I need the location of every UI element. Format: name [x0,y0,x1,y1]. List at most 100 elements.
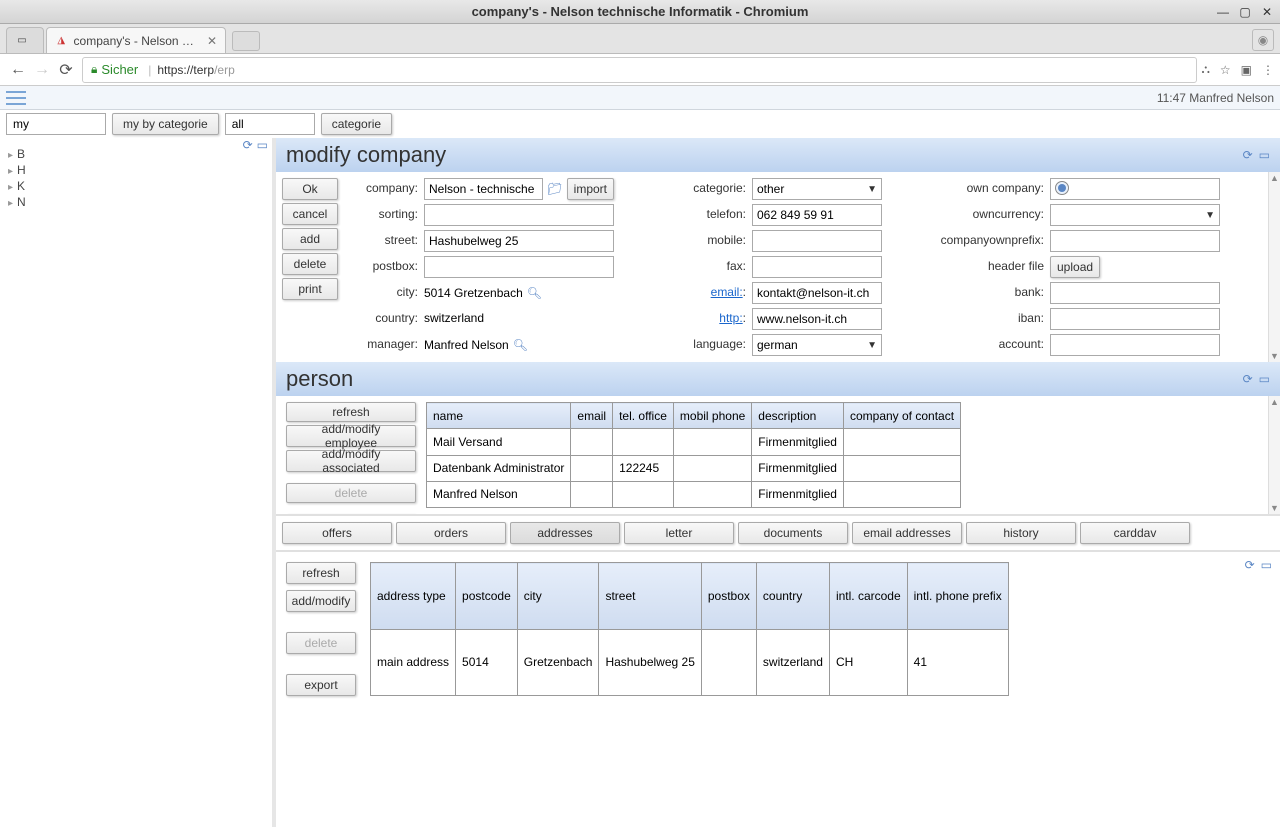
sorting-input[interactable] [424,204,614,226]
table-row[interactable]: Datenbank Administrator122245Firmenmitgl… [427,455,961,481]
hamburger-icon[interactable] [6,91,26,105]
table-row[interactable]: main address 5014 Gretzenbach Hashubelwe… [371,629,1009,696]
new-tab-button[interactable] [232,31,260,51]
tab-orders[interactable]: orders [396,522,506,544]
label-city: city: [348,282,418,304]
addr-delete-button[interactable]: delete [286,632,356,654]
fax-input[interactable] [752,256,882,278]
label-account: account: [924,334,1044,356]
person-delete-button[interactable]: delete [286,483,416,503]
translate-icon[interactable]: ⛬ [1201,62,1209,77]
addr-export-button[interactable]: export [286,674,356,696]
addr-refresh-button[interactable]: refresh [286,562,356,584]
tab-letter[interactable]: letter [624,522,734,544]
table-row[interactable]: Manfred NelsonFirmenmitglied [427,481,961,507]
url-input[interactable]: 🔒︎ Sicher | https://terp /erp [82,57,1197,83]
filter-my-by-categorie[interactable]: my by categorie [112,113,219,135]
company-input[interactable] [424,178,543,200]
window-icon[interactable]: ▣ [1241,63,1252,77]
col-name[interactable]: name [427,403,571,429]
filter-all-input[interactable] [225,113,315,135]
panel-collapse-icon[interactable]: ▭ [1259,148,1270,162]
person-panel-title: person [286,366,353,392]
categorie-select[interactable]: other [752,178,882,200]
expand-icon[interactable]: ▭ [1261,558,1272,572]
add-button[interactable]: add [282,228,338,250]
reload-button[interactable]: ⟳ [54,58,78,82]
tab-addresses[interactable]: addresses [510,522,620,544]
search-icon[interactable]: 🔍︎ [513,338,528,352]
folder-icon[interactable]: 📁︎ [547,178,562,200]
sidebar-item[interactable]: ▸H [8,162,264,178]
street-input[interactable] [424,230,614,252]
filter-categorie[interactable]: categorie [321,113,392,135]
panel-collapse-icon[interactable]: ▭ [1259,372,1270,386]
col-coc[interactable]: company of contact [843,403,960,429]
col-email[interactable]: email [571,403,613,429]
postbox-input[interactable] [424,256,614,278]
menu-icon[interactable]: ⋮ [1262,63,1274,77]
add-employee-button[interactable]: add/modify employee [286,425,416,447]
bookmark-icon[interactable]: ☆ [1220,63,1231,77]
filter-bar: my by categorie categorie [0,110,1280,138]
tab-close-icon[interactable]: ✕ [207,34,217,48]
tab-email[interactable]: email addresses [852,522,962,544]
label-street: street: [348,230,418,252]
col-tel[interactable]: tel. office [613,403,674,429]
filter-my-input[interactable] [6,113,106,135]
panel-refresh-icon[interactable]: ⟳ [1243,148,1253,162]
label-http[interactable]: http: [719,311,742,325]
search-icon[interactable]: 🔍︎ [527,286,542,300]
sidebar-item[interactable]: ▸N [8,194,264,210]
maximize-icon[interactable]: ▢ [1238,5,1252,19]
person-scrollbar[interactable]: ▲ ▼ [1268,396,1280,514]
email-input[interactable] [752,282,882,304]
iban-input[interactable] [1050,308,1220,330]
own-company-check[interactable] [1050,178,1220,200]
forward-button[interactable]: → [30,58,54,82]
refresh-icon[interactable]: ⟳ [243,138,253,152]
label-mobile: mobile: [656,230,746,252]
addr-addmodify-button[interactable]: add/modify [286,590,356,612]
tab-carddav[interactable]: carddav [1080,522,1190,544]
tab-documents[interactable]: documents [738,522,848,544]
account-input[interactable] [1050,334,1220,356]
label-email[interactable]: email: [711,285,743,299]
tab-offers[interactable]: offers [282,522,392,544]
lock-icon: 🔒︎ [91,62,97,77]
tab-history[interactable]: history [966,522,1076,544]
cancel-button[interactable]: cancel [282,203,338,225]
ownprefix-input[interactable] [1050,230,1220,252]
browser-tab-blank[interactable]: ▭ [6,27,44,53]
col-desc[interactable]: description [752,403,844,429]
mobile-input[interactable] [752,230,882,252]
sidebar-item[interactable]: ▸B [8,146,264,162]
url-host: https://terp [157,63,214,77]
minimize-icon[interactable]: — [1216,5,1230,19]
expand-icon[interactable]: ▭ [257,138,268,152]
sidebar-item[interactable]: ▸K [8,178,264,194]
bank-input[interactable] [1050,282,1220,304]
owncurrency-select[interactable] [1050,204,1220,226]
table-row[interactable]: Mail VersandFirmenmitglied [427,429,961,455]
form-scrollbar[interactable]: ▲ ▼ [1268,172,1280,362]
telefon-input[interactable] [752,204,882,226]
http-input[interactable] [752,308,882,330]
import-button[interactable]: import [567,178,614,200]
browser-tab-active[interactable]: ◮ company's - Nelson techn ✕ [46,27,226,53]
refresh-button[interactable]: refresh [286,402,416,422]
add-associated-button[interactable]: add/modify associated [286,450,416,472]
close-icon[interactable]: ✕ [1260,5,1274,19]
language-select[interactable]: german [752,334,882,356]
print-button[interactable]: print [282,278,338,300]
back-button[interactable]: ← [6,58,30,82]
panel-refresh-icon[interactable]: ⟳ [1243,372,1253,386]
refresh-icon[interactable]: ⟳ [1245,558,1255,572]
profile-icon[interactable]: ◉ [1252,29,1274,51]
delete-button[interactable]: delete [282,253,338,275]
app-header: 11:47 Manfred Nelson [0,86,1280,110]
address-action-column: refresh add/modify delete export [286,562,356,696]
upload-button[interactable]: upload [1050,256,1100,278]
col-mobil[interactable]: mobil phone [673,403,751,429]
ok-button[interactable]: Ok [282,178,338,200]
